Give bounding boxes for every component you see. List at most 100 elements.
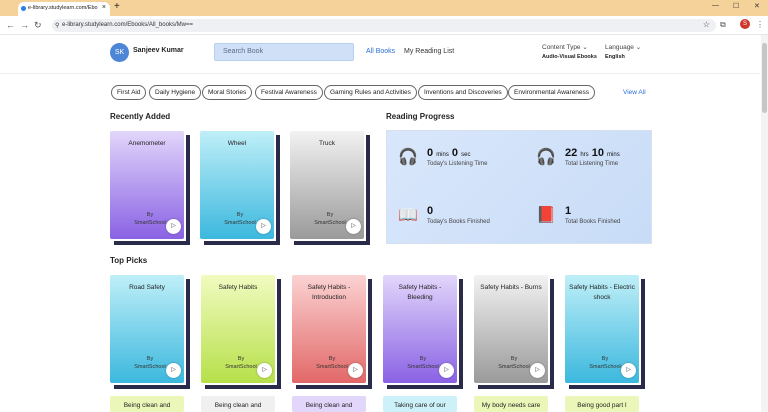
book-by: By xyxy=(328,356,336,362)
play-icon[interactable]: ▷ xyxy=(166,363,181,378)
content-type-label: Content Type xyxy=(542,44,581,51)
extensions-icon[interactable]: ⧉ xyxy=(720,20,726,30)
reload-icon[interactable]: ↻ xyxy=(34,20,42,31)
category-chip[interactable]: First Aid xyxy=(111,85,147,100)
book-author: By SmartSchool xyxy=(403,355,443,371)
play-icon[interactable]: ▷ xyxy=(166,219,181,234)
browser-tab[interactable]: e-library.studylearn.com/Ebo × xyxy=(18,2,110,16)
book-card[interactable]: Safety Habits - Introduction By SmartScho… xyxy=(292,275,372,389)
play-icon[interactable]: ▷ xyxy=(257,363,272,378)
nav-all-books[interactable]: All Books xyxy=(366,48,395,55)
category-chip[interactable]: Environmental Awareness xyxy=(508,85,596,100)
book-title: Truck xyxy=(318,140,335,147)
book-card[interactable]: My body needs care xyxy=(474,396,550,412)
category-chip[interactable]: Inventions and Discoveries xyxy=(418,85,508,100)
value-number: 0 xyxy=(427,147,434,159)
content-type-dropdown[interactable]: Content Type ⌄ Audio-Visual Ebooks xyxy=(542,43,597,60)
book-card[interactable]: Being clean and xyxy=(292,396,368,412)
book-card[interactable]: Safety Habits - Burns By SmartSchool ▷ xyxy=(474,275,554,389)
book-title: Safety Habits - Burns xyxy=(480,284,542,291)
view-all-link[interactable]: View All xyxy=(623,89,646,96)
book-title: Being clean and xyxy=(123,402,171,409)
book-title: Anemometer xyxy=(128,140,166,147)
book-base xyxy=(478,385,554,389)
language-dropdown[interactable]: Language ⌄ English xyxy=(605,43,641,60)
book-base xyxy=(296,385,372,389)
bookmark-star-icon[interactable]: ☆ xyxy=(703,20,710,29)
close-window-icon[interactable]: ✕ xyxy=(754,2,760,10)
tab-title: e-library.studylearn.com/Ebo xyxy=(28,5,98,11)
book-author: By SmartSchool xyxy=(220,211,260,227)
book-card[interactable]: Taking care of our xyxy=(383,396,459,412)
user-avatar[interactable]: SK xyxy=(110,43,129,62)
back-icon[interactable]: ← xyxy=(6,20,15,30)
book-card[interactable]: Anemometer By SmartSchool ▷ xyxy=(110,131,190,245)
headphones-icon: 🎧 xyxy=(536,149,556,166)
book-author-name: SmartSchool xyxy=(224,220,256,226)
minimize-icon[interactable]: — xyxy=(712,2,719,9)
user-name: Sanjeev Kumar xyxy=(133,47,184,54)
category-chip[interactable]: Moral Stories xyxy=(202,85,253,100)
headphones-child-icon: 🎧 xyxy=(398,149,418,166)
book-card[interactable]: Wheel By SmartSchool ▷ xyxy=(200,131,280,245)
reading-progress-panel: 🎧 0 mins 0 sec Today's Listening Time 🎧 … xyxy=(386,130,652,244)
search-input[interactable]: Search Book xyxy=(214,43,354,61)
site-info-icon[interactable]: ⚲ xyxy=(55,22,59,29)
book-author: By SmartSchool xyxy=(221,355,261,371)
book-card[interactable]: Safety Habits By SmartSchool ▷ xyxy=(201,275,281,389)
book-card[interactable]: Being clean and xyxy=(110,396,186,412)
book-title: Safety Habits - Electric shock xyxy=(569,284,635,301)
category-chip[interactable]: Gaming Rules and Activities xyxy=(324,85,417,100)
book-base xyxy=(204,241,280,245)
book-by: By xyxy=(510,356,518,362)
book-card[interactable]: Safety Habits - Bleeding By SmartSchool ▷ xyxy=(383,275,463,389)
book-author-name: SmartSchool xyxy=(407,364,439,370)
browser-toolbar: ← → ↻ ⚲ e-library.studylearn.com/Ebooks/… xyxy=(0,16,768,35)
value-unit: mins xyxy=(436,152,449,158)
browser-tab-bar: e-library.studylearn.com/Ebo × + — ☐ ✕ xyxy=(0,0,768,16)
category-chip[interactable]: Festival Awareness xyxy=(255,85,323,100)
category-chip[interactable]: Daily Hygiene xyxy=(149,85,202,100)
book-by: By xyxy=(601,356,609,362)
book-card[interactable]: Being clean and xyxy=(201,396,277,412)
book-title: Road Safety xyxy=(129,284,165,291)
play-icon[interactable]: ▷ xyxy=(621,363,636,378)
book-spine xyxy=(366,135,370,241)
book-title: Being clean and xyxy=(305,402,353,409)
play-icon[interactable]: ▷ xyxy=(348,363,363,378)
book-spine xyxy=(277,279,281,385)
book-by: By xyxy=(146,356,154,362)
book-card[interactable]: Truck By SmartSchool ▷ xyxy=(290,131,370,245)
book-card[interactable]: Road Safety By SmartSchool ▷ xyxy=(110,275,190,389)
address-bar[interactable]: ⚲ e-library.studylearn.com/Ebooks/All_bo… xyxy=(52,19,716,32)
nav-reading-list[interactable]: My Reading List xyxy=(404,48,454,55)
language-value: English xyxy=(605,54,625,60)
book-author: By SmartSchool xyxy=(310,211,350,227)
book-author: By SmartSchool xyxy=(130,355,170,371)
page-scrollbar[interactable] xyxy=(761,35,768,412)
play-icon[interactable]: ▷ xyxy=(256,219,271,234)
value-unit: hrs xyxy=(580,152,589,158)
value-unit: mins xyxy=(607,152,620,158)
new-tab-icon[interactable]: + xyxy=(114,1,120,12)
book-card[interactable]: Being good part I xyxy=(565,396,641,412)
play-icon[interactable]: ▷ xyxy=(530,363,545,378)
url-text: e-library.studylearn.com/Ebooks/All_book… xyxy=(62,22,193,28)
book-base xyxy=(294,241,370,245)
app-header: SK Sanjeev Kumar Search Book All Books M… xyxy=(0,35,760,74)
book-spine xyxy=(550,279,554,385)
book-author: By SmartSchool xyxy=(585,355,625,371)
play-icon[interactable]: ▷ xyxy=(346,219,361,234)
profile-avatar[interactable]: S xyxy=(740,19,750,29)
book-author-name: SmartSchool xyxy=(314,220,346,226)
browser-menu-icon[interactable]: ⋮ xyxy=(756,20,764,29)
book-card[interactable]: Safety Habits - Electric shock By SmartSc… xyxy=(565,275,645,389)
book-base xyxy=(114,241,190,245)
scrollbar-thumb[interactable] xyxy=(762,43,767,113)
close-tab-icon[interactable]: × xyxy=(102,4,106,11)
maximize-icon[interactable]: ☐ xyxy=(733,2,739,10)
forward-icon[interactable]: → xyxy=(20,20,29,30)
book-title: Being clean and xyxy=(214,402,262,409)
language-label: Language xyxy=(605,44,634,51)
play-icon[interactable]: ▷ xyxy=(439,363,454,378)
